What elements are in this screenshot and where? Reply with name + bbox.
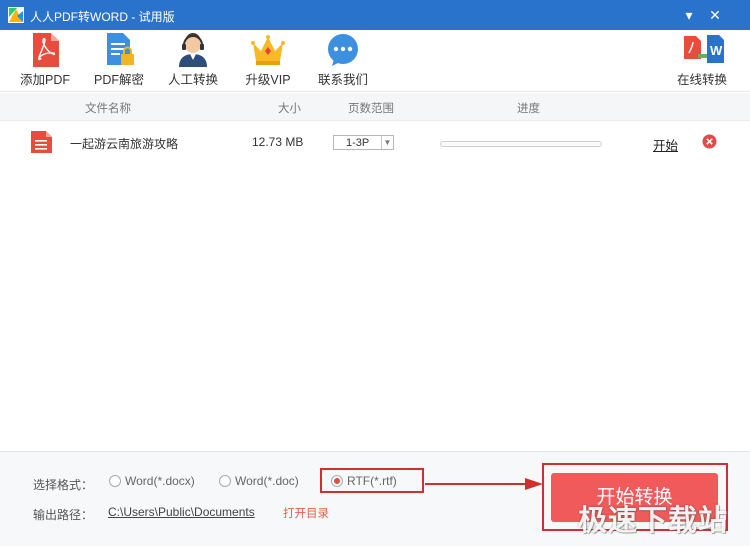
radio-dot	[219, 475, 231, 487]
rtf-highlight-box	[320, 468, 424, 493]
arrow-right-icon	[425, 478, 543, 490]
watermark-text: 极速下载站	[578, 505, 729, 537]
pdf-lock-icon	[107, 33, 134, 65]
page-range-value: 1-3P	[346, 137, 370, 149]
header-size: 大小	[278, 103, 301, 115]
format-doc-label: Word(*.doc)	[235, 474, 299, 488]
pdf-file-icon	[31, 131, 52, 153]
chevron-down-icon: ▼	[381, 136, 393, 149]
table-row[interactable]: 一起游云南旅游攻略 12.73 MB 1-3P ▼ 开始	[0, 122, 750, 162]
add-pdf-label: 添加PDF	[19, 73, 70, 87]
close-window-button[interactable]: ✕	[706, 6, 724, 24]
remove-file-icon[interactable]	[702, 134, 717, 149]
radio-dot	[109, 475, 121, 487]
upgrade-vip-label: 升级VIP	[245, 73, 291, 87]
upgrade-vip-button[interactable]: 升级VIP	[241, 30, 295, 92]
file-name: 一起游云南旅游攻略	[70, 137, 179, 151]
header-progress: 进度	[517, 103, 540, 115]
progress-bar	[440, 141, 602, 147]
add-pdf-icon	[33, 33, 59, 67]
file-size: 12.73 MB	[252, 135, 304, 149]
chat-bubble-icon	[328, 34, 358, 66]
contact-us-button[interactable]: 联系我们	[316, 30, 370, 92]
contact-us-label: 联系我们	[317, 73, 368, 87]
manual-convert-button[interactable]: 人工转换	[166, 30, 220, 92]
pdf-to-word-icon: W	[684, 35, 724, 63]
format-docx-label: Word(*.docx)	[125, 474, 195, 488]
output-path-label: 输出路径：	[33, 508, 94, 522]
support-agent-icon	[179, 33, 207, 67]
toolbar: 添加PDF PDF解密 人工转换 升级VIP 联系我们 W 在线转换	[0, 30, 750, 92]
format-label: 选择格式：	[33, 478, 94, 492]
output-path-link[interactable]: C:\Users\Public\Documents	[108, 505, 255, 519]
app-logo-icon	[8, 7, 24, 23]
open-directory-button[interactable]: 打开目录	[283, 505, 329, 521]
svg-text:W: W	[710, 43, 723, 58]
add-pdf-button[interactable]: 添加PDF	[18, 30, 72, 92]
pdf-decrypt-label: PDF解密	[93, 73, 144, 87]
online-convert-label: 在线转换	[676, 73, 727, 87]
page-range-select[interactable]: 1-3P ▼	[333, 135, 394, 150]
window-title: 人人PDF转WORD - 试用版	[30, 10, 175, 24]
pdf-decrypt-button[interactable]: PDF解密	[92, 30, 146, 92]
file-table-header: 文件名称 大小 页数范围 进度	[0, 93, 750, 121]
header-filename: 文件名称	[85, 103, 131, 115]
header-pages: 页数范围	[348, 103, 394, 115]
manual-convert-label: 人工转换	[167, 73, 218, 87]
minimize-button[interactable]: ▾	[680, 6, 698, 24]
online-convert-button[interactable]: W 在线转换	[674, 30, 730, 92]
crown-icon	[251, 35, 285, 65]
title-bar: 人人PDF转WORD - 试用版 ▾ ✕	[0, 0, 750, 30]
start-file-button[interactable]: 开始	[653, 135, 678, 154]
